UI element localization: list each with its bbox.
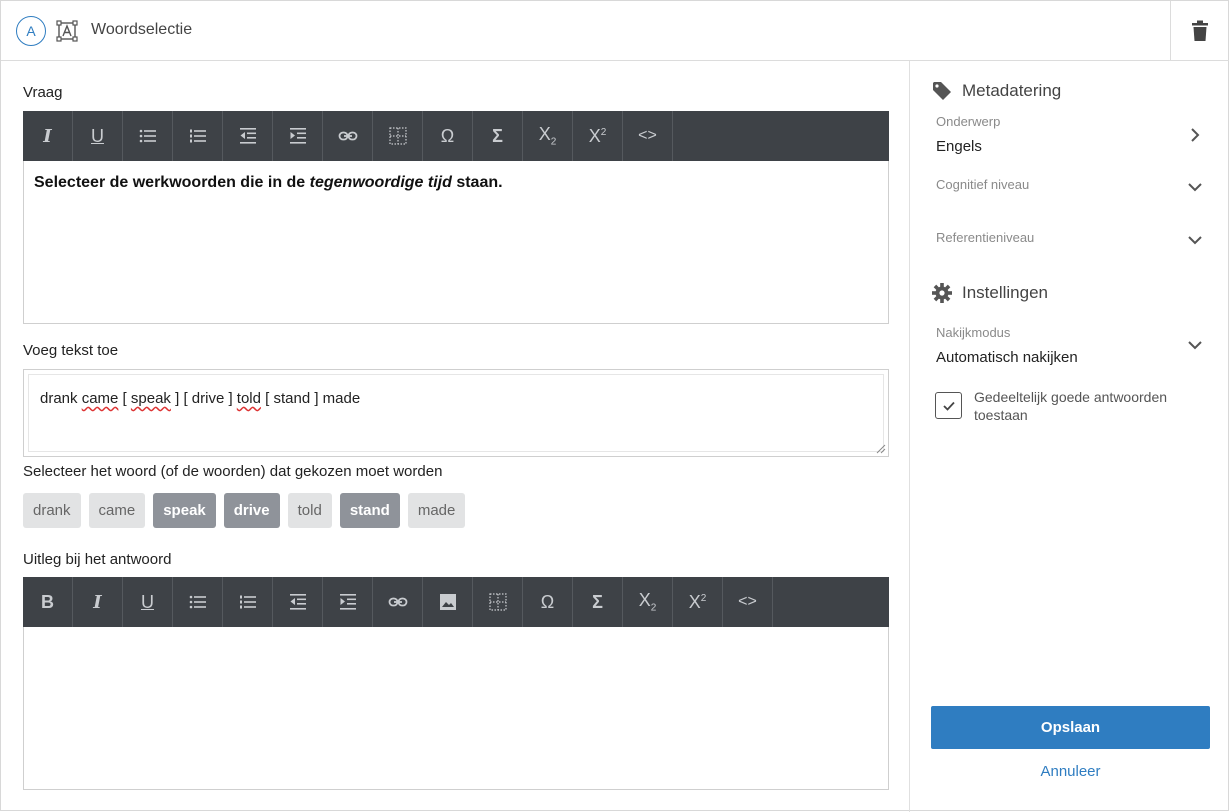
italic-icon[interactable]: I xyxy=(73,577,123,627)
sigma-icon[interactable]: Σ xyxy=(473,111,523,161)
image-icon[interactable] xyxy=(423,577,473,627)
outdent-icon[interactable] xyxy=(223,111,273,161)
code-icon[interactable]: <> xyxy=(623,111,673,161)
bold-icon[interactable]: B xyxy=(23,577,73,627)
explanation-toolbar: B I U Ω Σ X2 X2 <> xyxy=(23,577,889,627)
save-button[interactable]: Opslaan xyxy=(931,706,1210,749)
checkmark-icon xyxy=(942,401,955,411)
partial-answers-label: Gedeeltelijk goede antwoorden toestaan xyxy=(974,389,1168,423)
header-divider xyxy=(1170,1,1171,61)
add-text-token: drank xyxy=(40,390,78,407)
settings-header: Instellingen xyxy=(932,283,1048,303)
add-text-field[interactable]: drank came [ speak ] [ drive ] told [ st… xyxy=(23,369,889,457)
add-text-value: drank came [ speak ] [ drive ] told [ st… xyxy=(40,390,360,407)
bullet-list-icon[interactable] xyxy=(173,577,223,627)
add-text-token: speak xyxy=(130,390,171,407)
mode-label: Nakijkmodus xyxy=(936,325,1011,340)
add-text-token: came xyxy=(81,390,119,407)
link-icon[interactable] xyxy=(373,577,423,627)
numbered-list-icon[interactable] xyxy=(223,577,273,627)
chevron-down-icon[interactable] xyxy=(1187,232,1203,248)
question-editor[interactable]: Selecteer de werkwoorden die in de tegen… xyxy=(23,161,889,324)
link-icon[interactable] xyxy=(323,111,373,161)
metadata-header: Metadatering xyxy=(932,81,1061,101)
word-chips: drank came speak drive told stand made xyxy=(23,493,466,528)
table-icon[interactable] xyxy=(373,111,423,161)
add-text-token: ] [ drive ] xyxy=(170,390,237,407)
explanation-label: Uitleg bij het antwoord xyxy=(23,551,172,568)
superscript-icon[interactable]: X2 xyxy=(573,111,623,161)
question-text: Selecteer de werkwoorden die in de tegen… xyxy=(34,174,503,191)
omega-icon[interactable]: Ω xyxy=(523,577,573,627)
sigma-icon[interactable]: Σ xyxy=(573,577,623,627)
superscript-icon[interactable]: X2 xyxy=(673,577,723,627)
chevron-down-icon[interactable] xyxy=(1187,337,1203,353)
cancel-link[interactable]: Annuleer xyxy=(931,763,1210,780)
reference-label[interactable]: Referentieniveau xyxy=(936,230,1034,245)
trash-icon[interactable] xyxy=(1190,20,1210,42)
word-chip-told[interactable]: told xyxy=(287,493,332,528)
subject-label: Onderwerp xyxy=(936,114,1001,129)
word-chip-made[interactable]: made xyxy=(407,493,466,528)
chevron-right-icon[interactable] xyxy=(1187,127,1203,143)
settings-title: Instellingen xyxy=(962,283,1049,302)
page-title: Woordselectie xyxy=(91,21,193,38)
subscript-icon[interactable]: X2 xyxy=(523,111,573,161)
gear-icon xyxy=(932,283,952,303)
add-text-token: [ xyxy=(118,390,131,407)
tag-icon xyxy=(933,82,951,100)
header: A Woordselectie xyxy=(1,1,1229,61)
mode-value[interactable]: Automatisch nakijken xyxy=(936,349,1078,366)
resize-handle-icon[interactable] xyxy=(876,444,886,454)
cognitive-label[interactable]: Cognitief niveau xyxy=(936,177,1029,192)
partial-answers-checkbox[interactable] xyxy=(935,392,962,419)
explanation-editor[interactable] xyxy=(23,627,889,790)
selection-label: Selecteer het woord (of de woorden) dat … xyxy=(23,463,443,480)
indent-icon[interactable] xyxy=(323,577,373,627)
underline-icon[interactable]: U xyxy=(123,577,173,627)
question-label: Vraag xyxy=(23,84,63,101)
app-frame: A Woordselectie Vraag I U Ω Σ X2 X2 <> S… xyxy=(0,0,1229,812)
subscript-icon[interactable]: X2 xyxy=(623,577,673,627)
italic-icon[interactable]: I xyxy=(23,111,73,161)
word-chip-came[interactable]: came xyxy=(88,493,146,528)
omega-icon[interactable]: Ω xyxy=(423,111,473,161)
code-icon[interactable]: <> xyxy=(723,577,773,627)
add-text-token: [ stand ] made xyxy=(260,390,361,407)
word-chip-drive[interactable]: drive xyxy=(223,493,280,528)
underline-icon[interactable]: U xyxy=(73,111,123,161)
metadata-title: Metadatering xyxy=(962,81,1062,100)
bullet-list-icon[interactable] xyxy=(123,111,173,161)
table-icon[interactable] xyxy=(473,577,523,627)
text-select-icon xyxy=(56,20,78,42)
chevron-down-icon[interactable] xyxy=(1187,179,1203,195)
subject-value[interactable]: Engels xyxy=(936,138,982,155)
word-chip-drank[interactable]: drank xyxy=(23,493,81,528)
outdent-icon[interactable] xyxy=(273,577,323,627)
sidebar-divider xyxy=(909,61,910,812)
textarea-inner-border xyxy=(28,374,884,452)
numbered-list-icon[interactable] xyxy=(173,111,223,161)
question-badge: A xyxy=(16,16,46,46)
add-text-label: Voeg tekst toe xyxy=(23,342,119,359)
add-text-token: told xyxy=(236,390,261,407)
question-toolbar: I U Ω Σ X2 X2 <> xyxy=(23,111,889,161)
indent-icon[interactable] xyxy=(273,111,323,161)
word-chip-speak[interactable]: speak xyxy=(153,493,216,528)
word-chip-stand[interactable]: stand xyxy=(339,493,400,528)
